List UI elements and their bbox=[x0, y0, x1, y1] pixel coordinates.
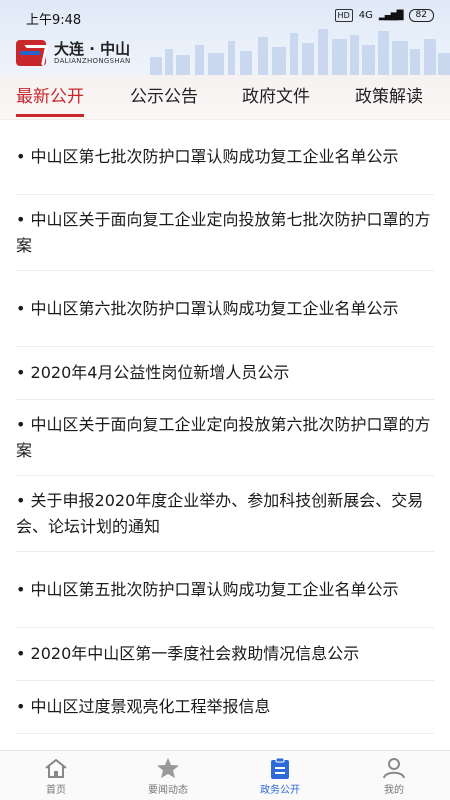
list-item-title: • 中山区第七批次防护口罩认购成功复工企业名单公示 bbox=[16, 146, 399, 166]
hd-icon: HD bbox=[334, 9, 353, 22]
list-item-title: • 2020年4月公益性岗位新增人员公示 bbox=[16, 363, 290, 382]
nav-news[interactable]: 要闻动态 bbox=[112, 751, 224, 800]
list-item[interactable]: • 中山区第五批次防护口罩认购成功复工企业名单公示 bbox=[16, 552, 434, 628]
battery-icon: 82 bbox=[408, 9, 434, 22]
tab-government-documents[interactable]: 政府文件 bbox=[242, 75, 310, 119]
list-item[interactable]: • 中山区过度景观亮化工程举报信息 bbox=[16, 681, 434, 734]
tab-policy-interpretation[interactable]: 政策解读 bbox=[355, 75, 423, 119]
logo-mark-icon bbox=[16, 40, 46, 66]
category-tabs: 最新公开 公示公告 政府文件 政策解读 bbox=[0, 75, 450, 120]
tab-announcements[interactable]: 公示公告 bbox=[130, 75, 198, 119]
list-item-title: • 中山区关于面向复工企业定向投放第六批次防护口罩的方案 bbox=[16, 414, 431, 460]
nav-government-affairs-label: 政务公开 bbox=[260, 785, 300, 796]
home-icon bbox=[45, 759, 67, 778]
star-icon bbox=[157, 758, 179, 778]
list-item[interactable]: • 中山区第七批次防护口罩认购成功复工企业名单公示 bbox=[16, 119, 434, 195]
signal-icon: ▂▄▆█ bbox=[378, 10, 404, 21]
list-item[interactable]: • 中山区关于面向复工企业定向投放第七批次防护口罩的方案 bbox=[16, 195, 434, 271]
nav-home-label: 首页 bbox=[46, 785, 66, 796]
list-item-title: • 关于申报2020年度企业举办、参加科技创新展会、交易会、论坛计划的通知 bbox=[16, 490, 424, 536]
list-item[interactable]: • 关于申报2020年度企业举办、参加科技创新展会、交易会、论坛计划的通知 bbox=[16, 476, 434, 552]
bottom-navigation: 首页 要闻动态 政务公开 我的 bbox=[0, 750, 450, 800]
tab-latest[interactable]: 最新公开 bbox=[16, 75, 84, 119]
app-logo: 大连 · 中山 DALIANZHONGSHAN bbox=[16, 40, 131, 66]
nav-profile-label: 我的 bbox=[384, 785, 404, 796]
app-subtitle: DALIANZHONGSHAN bbox=[54, 56, 131, 65]
nav-news-label: 要闻动态 bbox=[148, 785, 188, 796]
nav-home[interactable]: 首页 bbox=[0, 751, 112, 800]
list-item-title: • 2020年中山区第一季度社会救助情况信息公示 bbox=[16, 644, 360, 663]
clipboard-icon bbox=[271, 757, 289, 779]
list-item[interactable]: • 2020年4月公益性岗位新增人员公示 bbox=[16, 347, 434, 400]
news-list: • 中山区第七批次防护口罩认购成功复工企业名单公示 • 中山区关于面向复工企业定… bbox=[0, 119, 450, 734]
list-item[interactable]: • 2020年中山区第一季度社会救助情况信息公示 bbox=[16, 628, 434, 681]
app-title: 大连 · 中山 bbox=[54, 39, 131, 58]
app-header: 上午9:48 HD 4G ▂▄▆█ 82 大连 · 中山 DALIANZHONG… bbox=[0, 0, 450, 75]
list-item[interactable]: • 中山区关于面向复工企业定向投放第六批次防护口罩的方案 bbox=[16, 400, 434, 476]
list-item-title: • 中山区关于面向复工企业定向投放第七批次防护口罩的方案 bbox=[16, 209, 431, 255]
list-item[interactable]: • 中山区第六批次防护口罩认购成功复工企业名单公示 bbox=[16, 271, 434, 347]
status-time: 上午9:48 bbox=[26, 13, 82, 28]
status-icons: HD 4G ▂▄▆█ 82 bbox=[334, 9, 434, 22]
user-icon bbox=[383, 758, 405, 779]
list-item-title: • 中山区第五批次防护口罩认购成功复工企业名单公示 bbox=[16, 579, 399, 599]
nav-profile[interactable]: 我的 bbox=[338, 751, 450, 800]
nav-government-affairs[interactable]: 政务公开 bbox=[224, 751, 336, 800]
list-item-title: • 中山区第六批次防护口罩认购成功复工企业名单公示 bbox=[16, 298, 399, 318]
network-label: 4G bbox=[358, 10, 373, 21]
list-item-title: • 中山区过度景观亮化工程举报信息 bbox=[16, 697, 271, 716]
